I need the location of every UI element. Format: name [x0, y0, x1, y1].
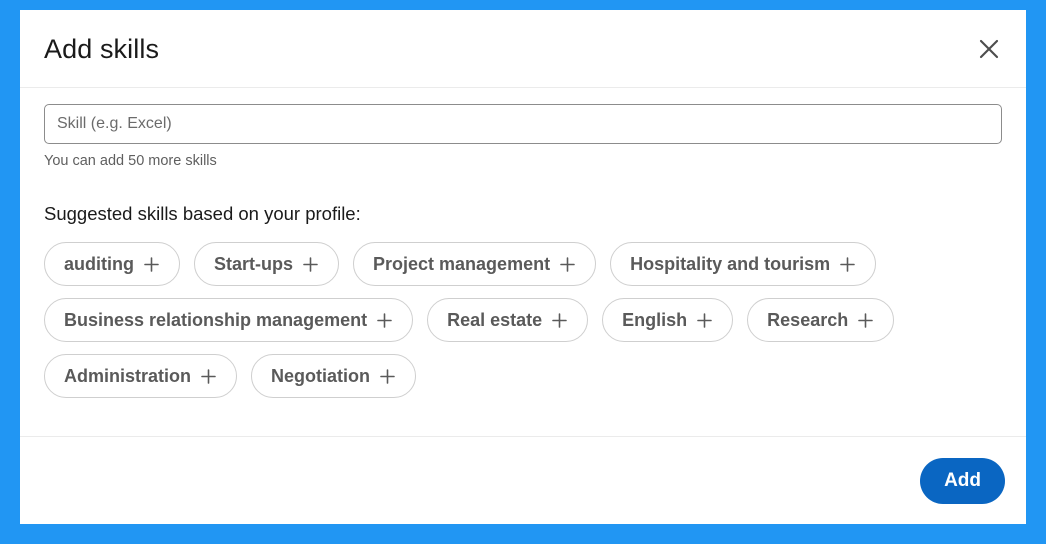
skill-limit-helper-text: You can add 50 more skills [44, 153, 217, 169]
plus-icon [551, 312, 568, 329]
suggested-skill-label: Research [767, 310, 849, 330]
dialog-title: Add skills [44, 33, 160, 64]
suggested-skill-label: Start-ups [214, 254, 294, 274]
suggested-skills-heading: Suggested skills based on your profile: [44, 203, 361, 224]
suggested-skill-pill[interactable]: auditing [44, 242, 180, 286]
suggested-skills-list: auditing Start-ups Project management Ho… [44, 242, 994, 398]
plus-icon [143, 256, 160, 273]
plus-icon [302, 256, 319, 273]
plus-icon [379, 368, 396, 385]
plus-icon [559, 256, 576, 273]
suggested-skill-label: auditing [64, 254, 134, 274]
suggested-skill-label: Business relationship management [64, 310, 368, 330]
add-skills-dialog: Add skills You can add 50 more skills Su… [20, 10, 1026, 524]
screen-frame: Add skills You can add 50 more skills Su… [0, 0, 1046, 544]
suggested-skill-label: Real estate [447, 310, 543, 330]
dialog-header: Add skills [20, 10, 1026, 88]
suggested-skill-pill[interactable]: Hospitality and tourism [610, 242, 877, 286]
close-icon [976, 36, 1002, 62]
plus-icon [839, 256, 856, 273]
dialog-body: You can add 50 more skills Suggested ski… [20, 88, 1026, 436]
suggested-skill-pill[interactable]: Negotiation [251, 354, 417, 398]
add-button[interactable]: Add [920, 457, 1005, 504]
suggested-skill-pill[interactable]: Research [747, 298, 895, 342]
suggested-skill-pill[interactable]: Start-ups [194, 242, 340, 286]
close-button[interactable] [966, 26, 1012, 72]
plus-icon [696, 312, 713, 329]
suggested-skill-label: Administration [64, 366, 192, 386]
suggested-skill-label: Negotiation [271, 366, 371, 386]
plus-icon [857, 312, 874, 329]
plus-icon [376, 312, 393, 329]
suggested-skill-pill[interactable]: Real estate [427, 298, 589, 342]
suggested-skill-pill[interactable]: Business relationship management [44, 298, 414, 342]
suggested-skill-label: English [622, 310, 688, 330]
suggested-skill-pill[interactable]: Administration [44, 354, 238, 398]
suggested-skill-label: Project management [373, 254, 551, 274]
dialog-footer: Add [20, 436, 1026, 524]
skill-input[interactable] [44, 104, 1002, 144]
suggested-skill-pill[interactable]: Project management [353, 242, 597, 286]
plus-icon [200, 368, 217, 385]
suggested-skill-label: Hospitality and tourism [630, 254, 831, 274]
suggested-skill-pill[interactable]: English [602, 298, 734, 342]
